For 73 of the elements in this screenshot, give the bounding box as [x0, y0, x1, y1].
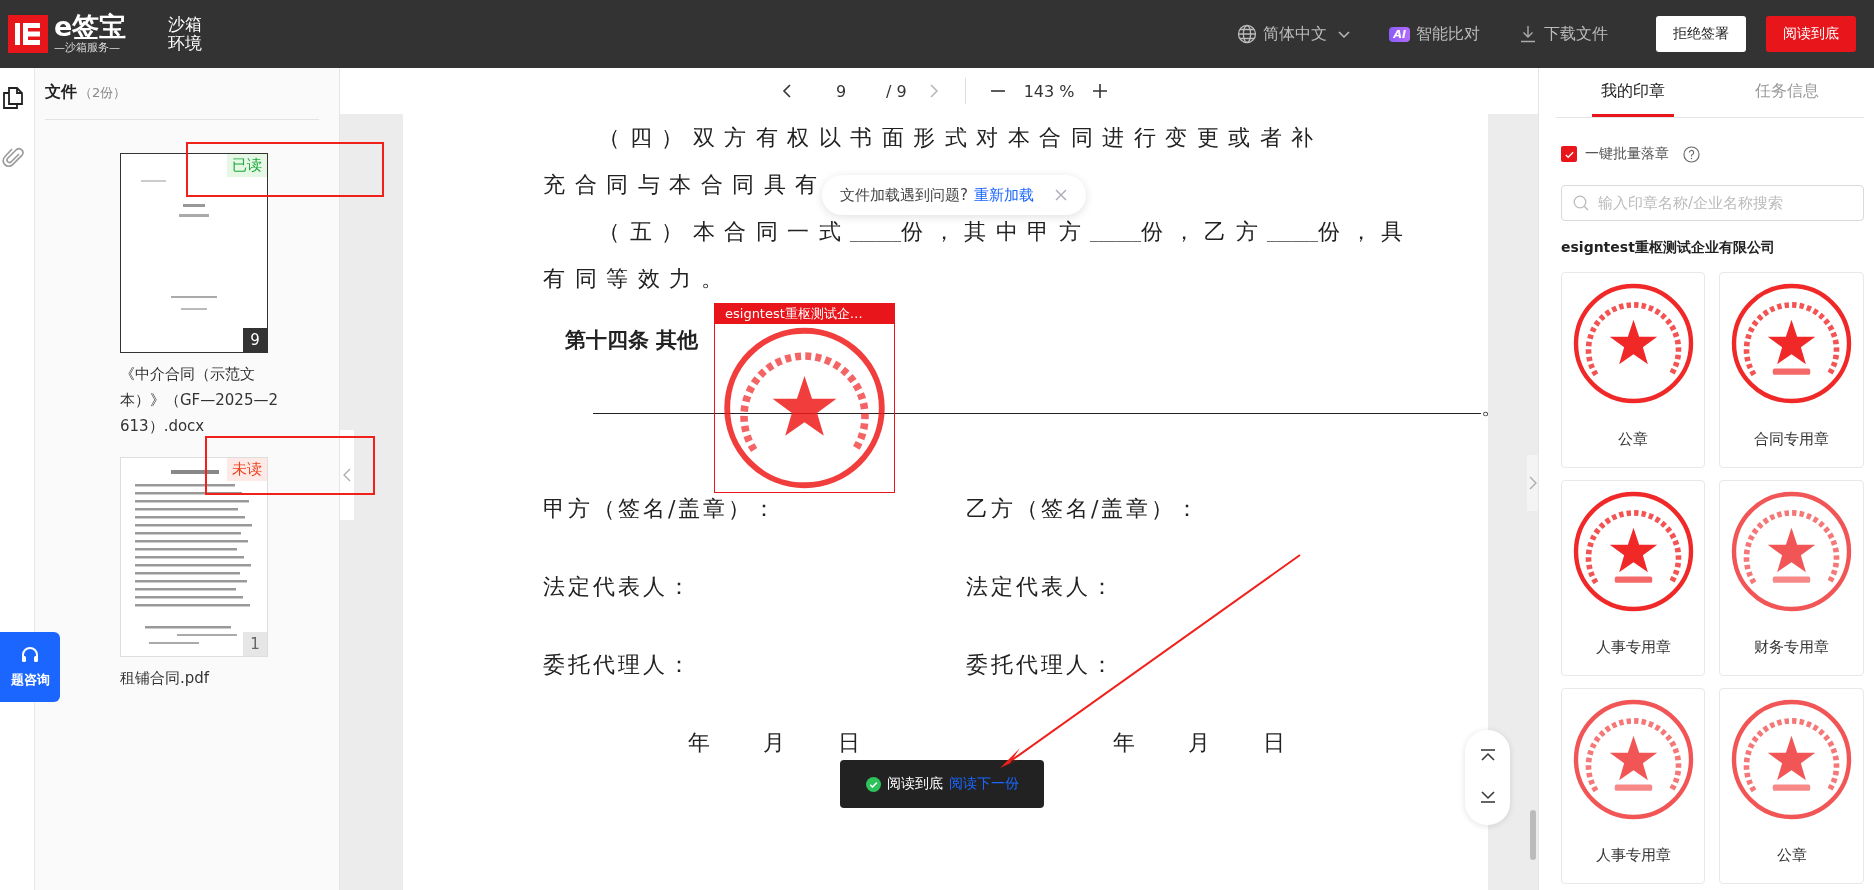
toast-message: 阅读到底: [886, 775, 943, 793]
file-name[interactable]: 《中介合同（示范文本）》（GF—2025—2613）.docx: [120, 361, 280, 439]
check-circle-icon: [865, 776, 881, 792]
seal-name: 人事专用章: [1595, 846, 1671, 865]
document-text: 法定代表人：: [543, 573, 693, 601]
zoom-in-icon[interactable]: [1092, 83, 1109, 99]
document-text: 法定代表人：: [966, 573, 1116, 601]
checkbox[interactable]: [1561, 146, 1577, 162]
page-thumbnail[interactable]: 已读 9: [120, 153, 268, 353]
globe-icon: [1237, 24, 1258, 44]
help-button[interactable]: 题咨询: [0, 632, 60, 702]
seal-name: 公章: [1618, 430, 1648, 449]
document-text: （四）双方有权以书面形式对本合同进行变更或者补: [597, 123, 1323, 152]
document-text: 委托代理人：: [543, 651, 693, 679]
logo-icon: [8, 15, 48, 53]
document-text: 。: [1481, 393, 1503, 421]
paperclip-icon[interactable]: [2, 146, 24, 170]
toast-message: 文件加载遇到问题?: [840, 185, 968, 205]
download-link[interactable]: 下载文件: [1544, 23, 1608, 45]
page-thumbnail[interactable]: 未读 1: [120, 457, 268, 657]
checkbox-label: 一键批量落章: [1585, 145, 1669, 163]
seal-name: 合同专用章: [1754, 430, 1829, 449]
document-text: 有同等效力。: [543, 264, 732, 293]
seal-name: 财务专用章: [1754, 638, 1829, 657]
seal-card[interactable]: 公章: [1561, 272, 1705, 468]
document-text: 年 月 日: [688, 729, 863, 757]
ai-badge: AI: [1389, 26, 1410, 42]
seal-name: 人事专用章: [1595, 638, 1671, 657]
zoom-level: 143 %: [1023, 81, 1075, 101]
seal-card[interactable]: 合同专用章: [1719, 272, 1864, 468]
document-text: 甲方（签名/盖章）：: [543, 495, 779, 523]
read-status-tag: 已读: [227, 154, 267, 177]
documents-icon[interactable]: [2, 86, 24, 110]
document-text: 充合同与本合同具有: [543, 170, 827, 199]
page-count-badge: 9: [243, 328, 267, 352]
seal-card[interactable]: 公章: [1719, 688, 1864, 884]
scrollbar[interactable]: [1530, 810, 1536, 860]
seal-name: 公章: [1776, 846, 1807, 865]
language-selector[interactable]: 简体中文: [1263, 23, 1328, 45]
panel-title: 文件: [45, 82, 77, 103]
seal-frame[interactable]: esigntest重枢测试企…: [714, 303, 895, 493]
search-icon: [1573, 195, 1589, 211]
document-text: （五）本合同一式______份，其中甲方______份，乙方______份，具: [597, 217, 1413, 246]
collapse-handle[interactable]: [340, 430, 354, 520]
company-name: esigntest重枢测试企业有限公司: [1561, 239, 1776, 257]
read-status-tag: 未读: [227, 458, 267, 481]
file-count: （2份）: [79, 84, 127, 102]
help-icon[interactable]: [1683, 145, 1700, 163]
headset-icon: [20, 645, 40, 665]
logo-subtitle: —沙箱服务—: [54, 41, 121, 55]
seal-card[interactable]: 人事专用章: [1561, 688, 1705, 884]
file-name[interactable]: 租铺合同.pdf: [120, 665, 280, 691]
seal-card[interactable]: 人事专用章: [1561, 480, 1705, 676]
page-count-badge: 1: [243, 632, 267, 656]
reject-button[interactable]: 拒绝签署: [1656, 16, 1746, 52]
document-text: 年 月 日: [1113, 729, 1288, 757]
download-icon[interactable]: [1518, 24, 1538, 44]
document-text: 委托代理人：: [966, 651, 1116, 679]
chevron-left-icon: [342, 467, 352, 483]
panel-tab[interactable]: 我的印章: [1556, 68, 1710, 117]
logo-text: e签宝: [54, 13, 127, 41]
chevron-right-icon: [1527, 475, 1538, 491]
seal-label: esigntest重枢测试企…: [715, 304, 894, 324]
read-to-end-button[interactable]: 阅读到底: [1766, 16, 1856, 52]
collapse-handle[interactable]: [1527, 455, 1538, 511]
seal-card[interactable]: 财务专用章: [1719, 480, 1864, 676]
document-text: 乙方（签名/盖章）：: [966, 495, 1202, 523]
search-field[interactable]: 输入印章名称/企业名称搜索: [1561, 185, 1864, 221]
page-total: / 9: [886, 81, 907, 101]
smart-compare-link[interactable]: 智能比对: [1416, 23, 1480, 45]
environment-label: 沙箱环境: [168, 15, 204, 53]
section-heading: 第十四条 其他: [565, 327, 699, 354]
reload-link[interactable]: 重新加载: [973, 185, 1034, 205]
